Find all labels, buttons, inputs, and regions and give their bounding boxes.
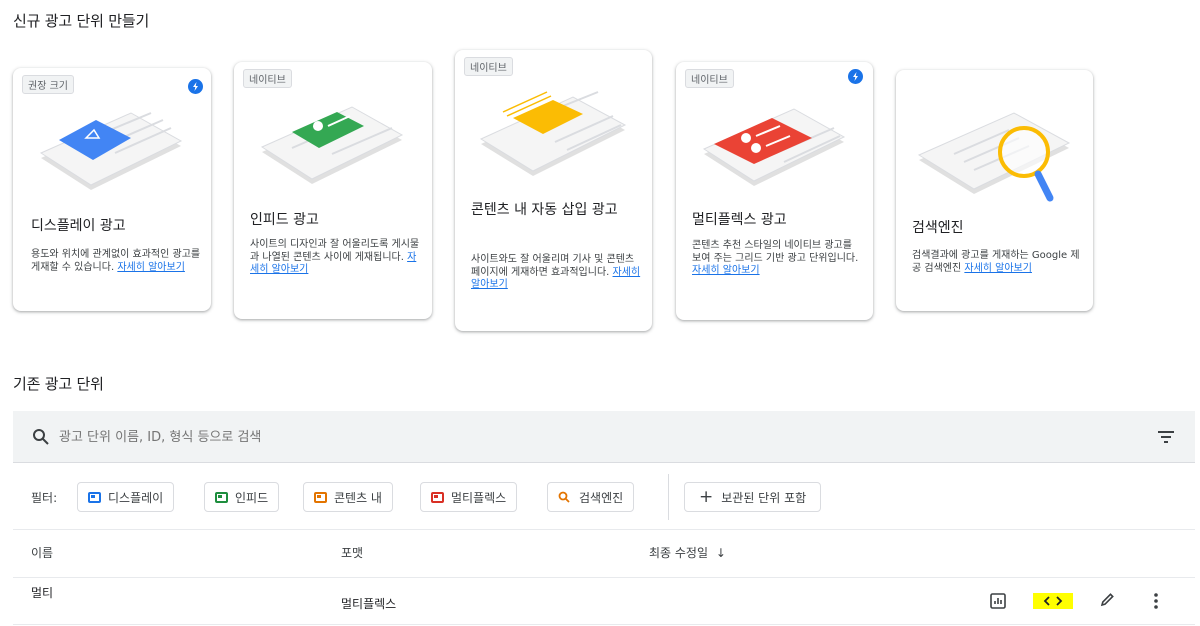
arrow-down-icon: ↓ — [715, 546, 726, 560]
learn-more-link[interactable]: 자세히 알아보기 — [117, 262, 185, 273]
in-article-ad-illustration — [479, 91, 627, 176]
infeed-ad-illustration — [260, 106, 404, 184]
card-search-engine[interactable]: 검색엔진 검색결과에 광고를 게재하는 Google 제공 검색엔진 자세히 알… — [896, 70, 1093, 311]
bolt-icon — [188, 79, 203, 94]
card-title: 멀티플렉스 광고 — [692, 212, 787, 228]
filter-chip-display[interactable]: 디스플레이 — [77, 482, 175, 512]
card-display-ad[interactable]: 권장 크기 디스플레이 광고 용도와 위치에 관계없이 효과적인 광고를 게재할… — [13, 68, 211, 311]
card-tag: 네이티브 — [464, 57, 513, 76]
learn-more-link[interactable]: 자세히 알아보기 — [692, 265, 760, 276]
card-title: 인피드 광고 — [250, 212, 319, 228]
row-format: 멀티플렉스 — [341, 597, 397, 611]
card-description: 용도와 위치에 관계없이 효과적인 광고를 게재할 수 있습니다. 자세히 알아… — [31, 249, 201, 273]
search-icon — [33, 429, 49, 445]
card-tag: 네이티브 — [685, 69, 734, 88]
filter-chip-multiplex[interactable]: 멀티플렉스 — [420, 482, 518, 512]
search-bar[interactable] — [13, 411, 1195, 463]
card-multiplex-ad[interactable]: 네이티브 멀티플렉스 광고 콘텐츠 추천 스타일의 네이티브 광고를 보여 주는… — [676, 62, 873, 320]
card-tag: 네이티브 — [243, 69, 292, 88]
card-tag: 권장 크기 — [22, 75, 74, 94]
filter-chip-infeed[interactable]: 인피드 — [204, 482, 280, 512]
divider — [668, 474, 669, 520]
in-article-icon — [314, 491, 327, 503]
table-row[interactable]: 멀티 멀티플렉스 — [13, 578, 1195, 625]
column-header-modified[interactable]: 최종 수정일 ↓ — [649, 544, 726, 561]
search-input[interactable] — [59, 425, 1059, 449]
column-header-format[interactable]: 포맷 — [341, 544, 363, 561]
edit-icon[interactable] — [1099, 592, 1115, 608]
existing-ad-units-title: 기존 광고 단위 — [13, 375, 104, 393]
code-icon — [1043, 596, 1063, 606]
report-icon[interactable] — [990, 593, 1006, 609]
code-icon-button[interactable] — [1033, 593, 1073, 609]
card-title: 검색엔진 — [912, 220, 964, 236]
multiplex-icon — [431, 491, 444, 503]
multiplex-ad-illustration — [702, 108, 846, 186]
filter-row: 필터: 디스플레이 인피드 콘텐츠 내 멀티플렉스 검색엔진 + 보관된 단위 … — [13, 464, 1195, 530]
card-in-article-ad[interactable]: 네이티브 콘텐츠 내 자동 삽입 광고 사이트와도 잘 어울리며 기사 및 콘텐… — [455, 50, 652, 331]
search-engine-icon — [558, 491, 570, 503]
filter-label: 필터: — [31, 491, 58, 505]
learn-more-link[interactable]: 자세히 알아보기 — [964, 263, 1032, 274]
display-icon — [88, 491, 101, 503]
more-vert-icon[interactable] — [1153, 592, 1159, 610]
column-header-name[interactable]: 이름 — [31, 544, 53, 561]
card-title: 콘텐츠 내 자동 삽입 광고 — [471, 202, 618, 218]
infeed-icon — [215, 491, 228, 503]
filter-list-icon[interactable] — [1157, 430, 1175, 444]
card-infeed-ad[interactable]: 네이티브 인피드 광고 사이트의 디자인과 잘 어울리도록 게시물과 나열된 콘… — [234, 62, 432, 319]
row-divider — [13, 624, 1195, 625]
card-description: 사이트와도 잘 어울리며 기사 및 콘텐츠 페이지에 게재하면 효과적입니다. … — [471, 254, 641, 290]
search-engine-illustration — [917, 112, 1071, 202]
filter-chip-in-article[interactable]: 콘텐츠 내 — [303, 482, 393, 512]
card-description: 검색결과에 광고를 게재하는 Google 제공 검색엔진 자세히 알아보기 — [912, 250, 1080, 274]
card-description: 사이트의 디자인과 잘 어울리도록 게시물과 나열된 콘텐츠 사이에 게재됩니다… — [250, 239, 420, 275]
card-title: 디스플레이 광고 — [31, 218, 126, 234]
bolt-icon — [848, 69, 863, 84]
display-ad-illustration — [39, 112, 183, 190]
card-description: 콘텐츠 추천 스타일의 네이티브 광고를 보여 주는 그리드 기반 광고 단위입… — [692, 240, 859, 276]
filter-chip-search-engine[interactable]: 검색엔진 — [547, 482, 635, 512]
include-archived-button[interactable]: + 보관된 단위 포함 — [684, 482, 822, 512]
new-ad-unit-title: 신규 광고 단위 만들기 — [13, 12, 150, 30]
add-icon: + — [699, 486, 714, 507]
row-name[interactable]: 멀티 — [31, 584, 53, 601]
